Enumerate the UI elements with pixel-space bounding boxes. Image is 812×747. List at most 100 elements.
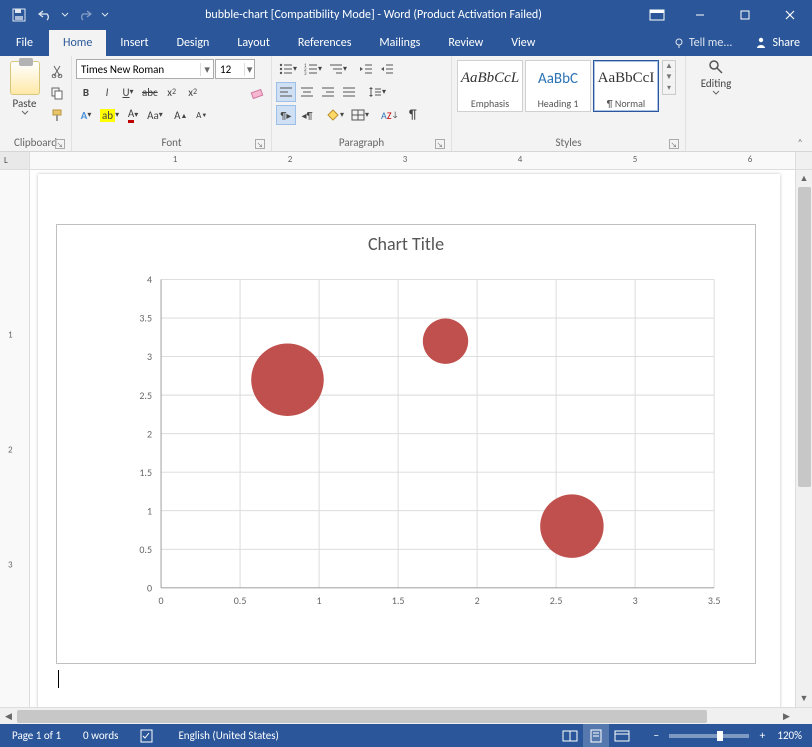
editing-button[interactable]: Editing [690,59,742,96]
align-left-button[interactable] [276,82,296,102]
print-layout-button[interactable] [583,724,609,747]
qat-customize[interactable] [100,4,110,26]
vertical-ruler[interactable]: 123 [0,170,30,707]
font-name-input[interactable] [77,63,200,76]
close-button[interactable] [767,0,812,30]
text-effects-button[interactable]: A▾ [76,105,96,125]
vertical-scrollbar[interactable]: ▲ ▼ [795,170,812,707]
superscript-button[interactable]: x2 [183,82,203,102]
tell-me-search[interactable]: Tell me... [663,30,743,56]
shading-button[interactable]: ▾ [323,105,347,125]
status-bar: Page 1 of 1 0 words English (United Stat… [0,724,812,747]
paste-button[interactable]: Paste [4,59,45,116]
ribbon-display-options[interactable] [637,0,677,30]
zoom-slider-knob[interactable] [717,731,723,741]
styles-expand[interactable]: ▾ [663,83,675,94]
numbering-button[interactable]: 123▾ [301,59,325,79]
tab-home[interactable]: Home [49,30,106,56]
style-heading1[interactable]: AaBbC Heading 1 [525,60,591,112]
multilevel-list-button[interactable]: ▾ [326,59,350,79]
strikethrough-button[interactable]: abc [139,82,161,102]
scroll-right-button[interactable]: ▶ [778,708,795,724]
styles-scroll-up[interactable]: ▲ [663,61,675,72]
undo-dropdown[interactable] [60,4,70,26]
font-name-combo[interactable]: ▾ [76,59,214,79]
font-launcher[interactable]: ↘ [255,139,265,149]
italic-button[interactable]: I [97,82,117,102]
hscroll-track[interactable] [17,708,778,724]
scroll-left-button[interactable]: ◀ [0,708,17,724]
highlight-button[interactable]: ab▾ [97,105,122,125]
align-right-button[interactable] [318,82,338,102]
read-mode-button[interactable] [557,724,583,747]
justify-button[interactable] [339,82,359,102]
numbering-icon: 123 [304,63,318,75]
font-size-input[interactable] [216,63,244,76]
word-count-status[interactable]: 0 words [79,724,122,747]
change-case-button[interactable]: Aa▾ [144,105,166,125]
sort-button[interactable]: AZ↓ [378,105,402,125]
scroll-up-button[interactable]: ▲ [796,170,812,187]
align-center-button[interactable] [297,82,317,102]
grow-font-button[interactable]: A▲ [171,105,191,125]
web-layout-button[interactable] [609,724,635,747]
zoom-in-button[interactable]: + [755,729,769,742]
language-status[interactable]: English (United States) [174,724,282,747]
save-button[interactable] [8,4,30,26]
tab-mailings[interactable]: Mailings [365,30,434,56]
scroll-down-button[interactable]: ▼ [796,690,812,707]
page-viewport[interactable]: Chart Title 00.511.522.533.500.511.522.5… [30,170,795,707]
minimize-button[interactable] [677,0,722,30]
hscroll-thumb[interactable] [17,710,707,723]
tab-review[interactable]: Review [434,30,497,56]
show-hide-button[interactable]: ¶ [403,105,423,125]
undo-button[interactable] [34,4,56,26]
scroll-thumb[interactable] [798,187,811,487]
tab-references[interactable]: References [284,30,366,56]
paragraph-launcher[interactable]: ↘ [435,139,445,149]
font-size-combo[interactable]: ▾ [215,59,255,79]
tab-view[interactable]: View [497,30,549,56]
zoom-slider[interactable] [669,734,749,738]
spellcheck-icon [140,729,156,743]
horizontal-scrollbar[interactable]: ◀ ▶ [0,707,812,724]
font-size-dropdown[interactable]: ▾ [244,63,254,76]
chart-object[interactable]: Chart Title 00.511.522.533.500.511.522.5… [56,224,756,664]
copy-button[interactable] [47,83,67,103]
font-name-dropdown[interactable]: ▾ [200,63,213,76]
bullets-button[interactable]: ▾ [276,59,300,79]
cut-button[interactable] [47,61,67,81]
tab-design[interactable]: Design [163,30,224,56]
ltr-button[interactable]: ¶▸ [276,105,296,125]
decrease-indent-button[interactable] [356,59,376,79]
tab-layout[interactable]: Layout [223,30,284,56]
save-icon [12,8,26,22]
borders-button[interactable]: ▾ [348,105,372,125]
style-emphasis[interactable]: AaBbCcL Emphasis [457,60,523,112]
redo-button[interactable] [74,4,96,26]
maximize-button[interactable] [722,0,767,30]
clear-formatting-button[interactable] [247,82,267,102]
styles-launcher[interactable]: ↘ [669,139,679,149]
increase-indent-button[interactable] [377,59,397,79]
page-number-status[interactable]: Page 1 of 1 [8,724,65,747]
share-button[interactable]: Share [742,30,812,56]
zoom-out-button[interactable]: − [649,729,663,742]
line-spacing-button[interactable]: ▾ [365,82,389,102]
tab-file[interactable]: File [0,30,49,56]
horizontal-ruler[interactable]: L 123456 [0,152,812,170]
styles-scroll-down[interactable]: ▼ [663,72,675,83]
spellcheck-status[interactable] [136,724,160,747]
zoom-level[interactable]: 120% [775,729,804,742]
clipboard-launcher[interactable]: ↘ [55,139,65,149]
tab-insert[interactable]: Insert [106,30,162,56]
style-normal[interactable]: AaBbCcI ¶ Normal [593,60,659,112]
underline-button[interactable]: U▾ [118,82,138,102]
bold-button[interactable]: B [76,82,96,102]
font-color-button[interactable]: A▾ [123,105,143,125]
rtl-button[interactable]: ◂¶ [297,105,317,125]
subscript-button[interactable]: x2 [162,82,182,102]
format-painter-button[interactable] [47,105,67,125]
collapse-ribbon-button[interactable]: ˄ [792,135,808,149]
shrink-font-button[interactable]: A▼ [192,105,212,125]
